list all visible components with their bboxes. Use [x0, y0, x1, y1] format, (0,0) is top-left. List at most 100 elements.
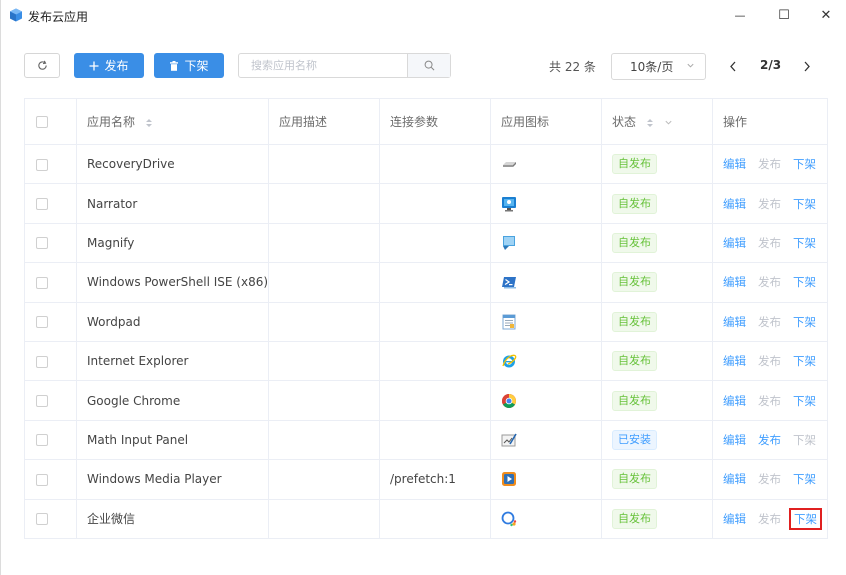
unpublish-action[interactable]: 下架 [793, 157, 816, 171]
publish-action[interactable]: 发布 [758, 354, 781, 368]
chrome-icon [501, 393, 517, 409]
app-desc-cell [268, 301, 380, 342]
maximize-icon: ☐ [778, 7, 790, 23]
unpublish-action[interactable]: 下架 [793, 315, 816, 329]
row-select-cell [24, 498, 77, 539]
unpublish-action[interactable]: 下架 [793, 236, 816, 250]
app-params-cell [379, 143, 491, 185]
app-icon-cell [490, 262, 602, 303]
status-badge: 自发布 [612, 390, 657, 411]
app-name-cell: Windows Media Player [76, 459, 269, 500]
app-name-cell: Magnify [76, 222, 269, 264]
maximize-button[interactable]: ☐ [763, 0, 805, 30]
edit-button[interactable]: 编辑 [723, 433, 746, 447]
unpublish-action[interactable]: 下架 [793, 433, 816, 447]
app-params-cell [379, 419, 491, 461]
sort-icon[interactable] [646, 118, 654, 128]
row-select-cell [24, 143, 77, 185]
actions-cell: 编辑 发布 下架 [712, 459, 828, 500]
edit-button[interactable]: 编辑 [723, 354, 746, 368]
internet-explorer-icon [501, 353, 517, 369]
publish-action[interactable]: 发布 [758, 315, 781, 329]
row-checkbox[interactable] [36, 158, 48, 171]
search-input[interactable] [239, 54, 409, 77]
edit-button[interactable]: 编辑 [723, 394, 746, 408]
select-all-checkbox[interactable] [36, 116, 48, 128]
search-button[interactable] [407, 54, 450, 77]
prev-page-button[interactable] [725, 57, 741, 75]
unpublish-action[interactable]: 下架 [793, 197, 816, 211]
app-params-cell [379, 222, 491, 264]
unpublish-button[interactable]: 下架 [154, 53, 224, 78]
row-checkbox[interactable] [36, 316, 48, 329]
header-desc: 应用描述 [268, 98, 380, 145]
unpublish-action[interactable]: 下架 [793, 472, 816, 486]
wecom-icon [501, 511, 517, 527]
header-status[interactable]: 状态 [601, 98, 713, 145]
status-badge: 自发布 [612, 311, 657, 332]
chevron-down-icon [687, 63, 694, 68]
row-checkbox[interactable] [36, 395, 48, 408]
app-name: Math Input Panel [87, 432, 189, 447]
app-desc-cell [268, 459, 380, 500]
publish-action[interactable]: 发布 [758, 394, 781, 408]
row-select-cell [24, 340, 77, 382]
publish-cloud-app-window: 发布云应用 — ☐ ✕ 发布 下架 搜索应用名称 共 22 条 10条/页 2/… [0, 0, 846, 575]
app-name: Windows Media Player [87, 472, 222, 487]
edit-button[interactable]: 编辑 [723, 236, 746, 250]
app-icon-cell [490, 301, 602, 342]
app-params-cell [379, 380, 491, 421]
sort-icon[interactable] [145, 118, 153, 128]
powershell-icon [501, 274, 517, 290]
minimize-button[interactable]: — [719, 0, 761, 30]
edit-button[interactable]: 编辑 [723, 197, 746, 211]
app-icon-cell [490, 419, 602, 461]
header-name[interactable]: 应用名称 [76, 98, 269, 145]
unpublish-action[interactable]: 下架 [793, 275, 816, 289]
edit-button[interactable]: 编辑 [723, 472, 746, 486]
app-icon-cell [490, 498, 602, 539]
row-checkbox[interactable] [36, 355, 48, 368]
filter-chevron-icon[interactable] [664, 118, 673, 127]
publish-action[interactable]: 发布 [758, 472, 781, 486]
page-indicator: 2/3 [760, 58, 782, 72]
app-icon-cell [490, 380, 602, 421]
status-cell: 已安装 [601, 419, 713, 461]
unpublish-action[interactable]: 下架 [789, 507, 822, 530]
app-desc-cell [268, 143, 380, 185]
app-desc-cell [268, 183, 380, 224]
row-checkbox[interactable] [36, 276, 48, 289]
math-input-icon [501, 432, 517, 448]
publish-action[interactable]: 发布 [758, 157, 781, 171]
edit-button[interactable]: 编辑 [723, 315, 746, 329]
publish-action[interactable]: 发布 [758, 512, 781, 526]
status-cell: 自发布 [601, 143, 713, 185]
app-params-cell: /prefetch:1 [379, 459, 491, 500]
edit-button[interactable]: 编辑 [723, 157, 746, 171]
row-checkbox[interactable] [36, 473, 48, 486]
refresh-button[interactable] [24, 53, 60, 78]
close-button[interactable]: ✕ [805, 0, 846, 30]
header-status-label: 状态 [612, 115, 637, 129]
row-checkbox[interactable] [36, 198, 48, 211]
next-page-button[interactable] [799, 57, 815, 75]
status-cell: 自发布 [601, 498, 713, 539]
title-bar: 发布云应用 — ☐ ✕ [1, 0, 846, 32]
status-cell: 自发布 [601, 183, 713, 224]
unpublish-action[interactable]: 下架 [793, 354, 816, 368]
row-checkbox[interactable] [36, 237, 48, 250]
row-select-cell [24, 380, 77, 421]
publish-button[interactable]: 发布 [74, 53, 144, 78]
edit-button[interactable]: 编辑 [723, 275, 746, 289]
page-size-select[interactable]: 10条/页 [611, 53, 706, 80]
edit-button[interactable]: 编辑 [723, 512, 746, 526]
status-badge: 自发布 [612, 508, 657, 529]
publish-action[interactable]: 发布 [758, 275, 781, 289]
total-count: 共 22 条 [549, 60, 596, 74]
unpublish-action[interactable]: 下架 [793, 394, 816, 408]
publish-action[interactable]: 发布 [758, 433, 781, 447]
publish-action[interactable]: 发布 [758, 197, 781, 211]
row-checkbox[interactable] [36, 513, 48, 526]
row-checkbox[interactable] [36, 434, 48, 447]
publish-action[interactable]: 发布 [758, 236, 781, 250]
